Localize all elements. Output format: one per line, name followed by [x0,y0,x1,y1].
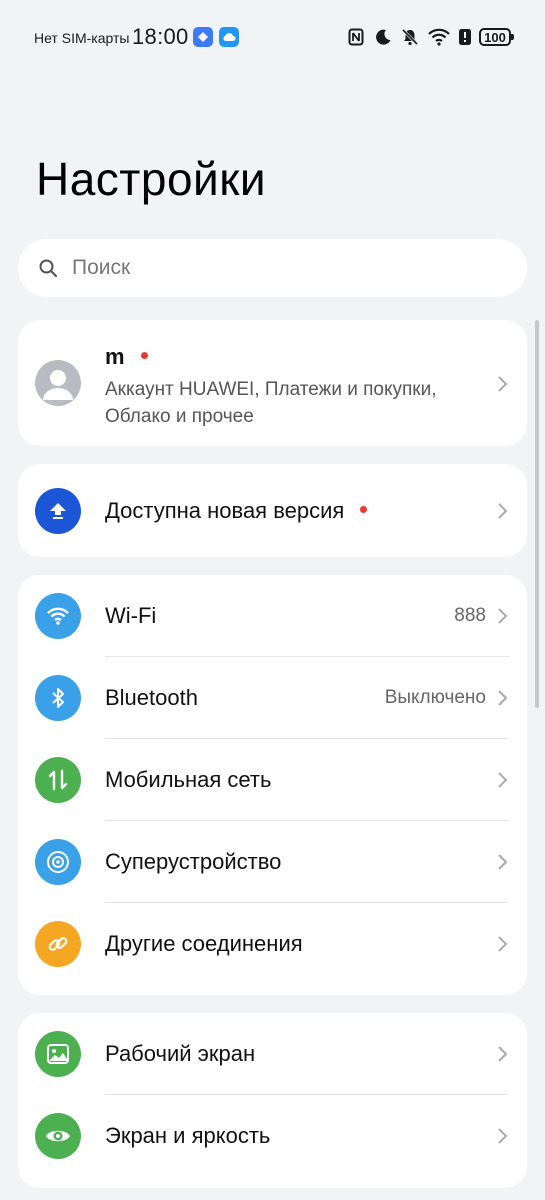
update-card[interactable]: Доступна новая версия [18,464,527,557]
account-card[interactable]: m Аккаунт HUAWEI, Платежи и покупки, Обл… [18,320,527,446]
item-value: Выключено [384,687,486,708]
item-label: Bluetooth [105,685,198,710]
settings-item-mobile-network[interactable]: Мобильная сеть [18,739,527,821]
wallpaper-icon [35,1031,81,1077]
bell-off-icon [400,27,420,47]
status-icons: 100 [346,24,514,50]
notification-dot [360,506,368,514]
settings-item-home-screen[interactable]: Рабочий экран [18,1013,527,1095]
connectivity-card: Wi-Fi 888 Bluetooth Выключено Мобильная … [18,575,527,995]
chevron-right-icon [498,376,508,392]
settings-item-bluetooth[interactable]: Bluetooth Выключено [18,657,527,739]
update-label: Доступна новая версия [105,497,368,524]
item-label: Суперустройство [105,849,282,874]
chevron-right-icon [498,936,508,952]
search-icon [39,259,58,278]
settings-item-other-connections[interactable]: Другие соединения [18,903,527,985]
item-label: Wi-Fi [105,603,157,628]
link-icon [35,921,81,967]
item-label: Экран и яркость [105,1123,271,1148]
scrollbar[interactable] [535,320,539,708]
item-label: Другие соединения [105,931,303,956]
avatar [35,360,81,406]
nfc-icon [346,27,366,47]
clock: 18:00 [132,24,189,49]
chevron-right-icon [498,854,508,870]
chevron-right-icon [498,772,508,788]
notification-app-icon [193,27,213,47]
chevron-right-icon [498,690,508,706]
carrier-text: Нет SIM-карты [34,30,130,46]
search-input[interactable] [70,255,474,281]
cloud-icon [219,27,239,47]
settings-item-super-device[interactable]: Суперустройство [18,821,527,903]
item-label: Рабочий экран [105,1041,256,1066]
chevron-right-icon [498,608,508,624]
settings-item-display-brightness[interactable]: Экран и яркость [18,1095,527,1177]
eye-icon [35,1113,81,1159]
update-label-text: Доступна новая версия [105,497,345,523]
account-name-text: m [105,344,125,369]
account-subtitle: Аккаунт HUAWEI, Платежи и покупки, Облак… [105,379,437,427]
chevron-right-icon [498,1128,508,1144]
moon-icon [373,27,393,47]
settings-screen: Нет SIM-карты 18:00 100 Настройки Поиск … [0,0,545,1200]
item-value: 888 [454,605,486,626]
settings-item-wifi[interactable]: Wi-Fi 888 [18,575,527,657]
notification-dot [140,351,148,359]
chevron-right-icon [498,1046,508,1062]
account-name: m [105,344,148,370]
alert-icon [458,27,472,47]
super-device-icon [35,839,81,885]
chevron-right-icon [498,502,508,519]
bluetooth-icon [35,675,81,721]
item-label: Мобильная сеть [105,767,272,792]
display-card: Рабочий экран Экран и яркость [18,1013,527,1188]
page-title: Настройки [36,153,267,205]
update-icon [35,487,81,534]
wifi-icon [35,593,81,639]
battery-icon: 100 [479,28,514,46]
mobile-data-icon [35,757,81,803]
search-bar[interactable] [18,239,527,297]
wifi-icon [427,27,451,47]
status-bar: Нет SIM-карты 18:00 100 [0,0,545,74]
